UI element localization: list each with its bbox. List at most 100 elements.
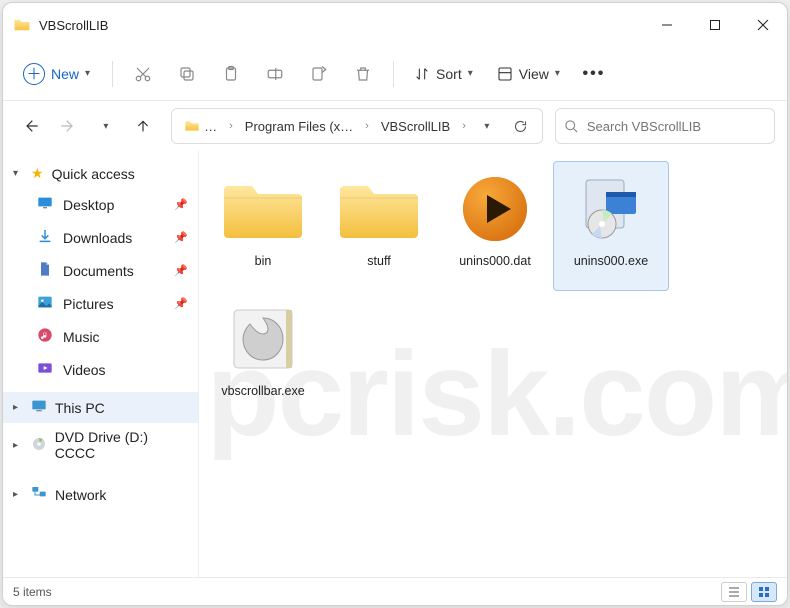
sidebar-item-label: Desktop — [63, 197, 114, 213]
chevron-down-icon: ▾ — [85, 68, 90, 79]
downloads-icon — [37, 228, 53, 247]
share-button[interactable] — [299, 56, 339, 92]
file-label: unins000.dat — [459, 254, 531, 270]
file-list: pcrisk.com bin stuff unins000.dat — [199, 151, 787, 577]
sidebar-quick-access[interactable]: ▾ ★ Quick access — [3, 159, 198, 188]
file-item-dat[interactable]: unins000.dat — [437, 161, 553, 291]
star-icon: ★ — [31, 165, 44, 182]
copy-button[interactable] — [167, 56, 207, 92]
sidebar-item-downloads[interactable]: Downloads 📌 — [3, 221, 198, 254]
chevron-right-icon: › — [460, 120, 468, 132]
pin-icon: 📌 — [174, 198, 188, 211]
sidebar-label: Network — [55, 487, 106, 503]
back-button[interactable] — [15, 109, 47, 143]
documents-icon — [37, 261, 53, 280]
file-item-folder[interactable]: bin — [205, 161, 321, 291]
sidebar-dvd-drive[interactable]: ▸ DVD Drive (D:) CCCC — [3, 423, 198, 467]
separator — [393, 61, 394, 87]
more-button[interactable]: ••• — [574, 56, 614, 92]
desktop-icon — [37, 195, 53, 214]
minimize-button[interactable] — [643, 3, 691, 47]
media-play-icon — [454, 168, 536, 250]
view-label: View — [519, 66, 549, 82]
close-button[interactable] — [739, 3, 787, 47]
file-label: vbscrollbar.exe — [221, 384, 304, 400]
sidebar-this-pc[interactable]: ▸ This PC — [3, 392, 198, 423]
videos-icon — [37, 360, 53, 379]
new-label: New — [51, 66, 79, 82]
file-label: bin — [255, 254, 272, 270]
sidebar-item-label: Downloads — [63, 230, 132, 246]
folder-icon — [184, 118, 200, 134]
view-icon — [497, 66, 513, 82]
chevron-right-icon: ▸ — [13, 402, 23, 413]
chevron-right-icon: ▸ — [13, 489, 23, 500]
sidebar-network[interactable]: ▸ Network — [3, 479, 198, 510]
sidebar-item-label: Videos — [63, 362, 106, 378]
status-bar: 5 items — [3, 577, 787, 605]
plus-icon: ＋ — [23, 63, 45, 85]
chevron-down-icon: ▾ — [555, 68, 560, 79]
sidebar-item-pictures[interactable]: Pictures 📌 — [3, 287, 198, 320]
installer-icon — [570, 168, 652, 250]
titlebar: VBScrollLIB — [3, 3, 787, 47]
navigation-row: ▾ … › Program Files (x… › VBScrollLIB › … — [3, 101, 787, 151]
folder-icon — [13, 16, 31, 34]
search-input[interactable] — [587, 119, 766, 134]
icons-view-button[interactable] — [751, 582, 777, 602]
details-view-button[interactable] — [721, 582, 747, 602]
music-icon — [37, 327, 53, 346]
maximize-button[interactable] — [691, 3, 739, 47]
paste-button[interactable] — [211, 56, 251, 92]
folder-icon — [222, 168, 304, 250]
breadcrumb-program-files[interactable]: Program Files (x… — [237, 115, 361, 138]
cut-button[interactable] — [123, 56, 163, 92]
file-label: stuff — [367, 254, 390, 270]
refresh-button[interactable] — [504, 109, 538, 143]
file-item-folder[interactable]: stuff — [321, 161, 437, 291]
window-controls — [643, 3, 787, 47]
delete-button[interactable] — [343, 56, 383, 92]
new-button[interactable]: ＋ New ▾ — [11, 57, 102, 91]
pin-icon: 📌 — [174, 231, 188, 244]
sidebar-item-videos[interactable]: Videos — [3, 353, 198, 386]
file-explorer-window: VBScrollLIB ＋ New ▾ Sort ▾ View ▾ — [2, 2, 788, 606]
search-box[interactable] — [555, 108, 775, 144]
pin-icon: 📌 — [174, 264, 188, 277]
breadcrumb-vbscrolllib[interactable]: VBScrollLIB — [373, 115, 458, 138]
sidebar-item-music[interactable]: Music — [3, 320, 198, 353]
sidebar-item-documents[interactable]: Documents 📌 — [3, 254, 198, 287]
breadcrumb-root[interactable]: … — [176, 114, 225, 138]
chevron-right-icon: ▸ — [13, 440, 23, 451]
sort-icon — [414, 66, 430, 82]
pin-icon: 📌 — [174, 297, 188, 310]
sidebar: ▾ ★ Quick access Desktop 📌 Downloads 📌 D… — [3, 151, 199, 577]
separator — [112, 61, 113, 87]
sidebar-item-label: Documents — [63, 263, 134, 279]
network-icon — [31, 485, 47, 504]
sidebar-item-desktop[interactable]: Desktop 📌 — [3, 188, 198, 221]
folder-icon — [338, 168, 420, 250]
forward-button[interactable] — [53, 109, 85, 143]
sidebar-item-label: Pictures — [63, 296, 114, 312]
up-button[interactable] — [128, 109, 160, 143]
pictures-icon — [37, 294, 53, 313]
recent-locations-button[interactable]: ▾ — [90, 109, 122, 143]
view-menu[interactable]: View ▾ — [487, 60, 570, 88]
sidebar-label: This PC — [55, 400, 105, 416]
address-dropdown-button[interactable]: ▾ — [470, 109, 504, 143]
item-count: 5 items — [13, 585, 52, 599]
chevron-down-icon: ▾ — [13, 168, 23, 179]
sort-label: Sort — [436, 66, 462, 82]
toolbar: ＋ New ▾ Sort ▾ View ▾ ••• — [3, 47, 787, 101]
window-title: VBScrollLIB — [39, 18, 108, 33]
file-item-exe[interactable]: unins000.exe — [553, 161, 669, 291]
sort-menu[interactable]: Sort ▾ — [404, 60, 483, 88]
rename-button[interactable] — [255, 56, 295, 92]
file-item-exe[interactable]: vbscrollbar.exe — [205, 291, 321, 421]
chevron-right-icon: › — [227, 120, 235, 132]
address-bar[interactable]: … › Program Files (x… › VBScrollLIB › ▾ — [171, 108, 543, 144]
chevron-right-icon: › — [363, 120, 371, 132]
search-icon — [564, 119, 579, 134]
file-label: unins000.exe — [574, 254, 648, 270]
